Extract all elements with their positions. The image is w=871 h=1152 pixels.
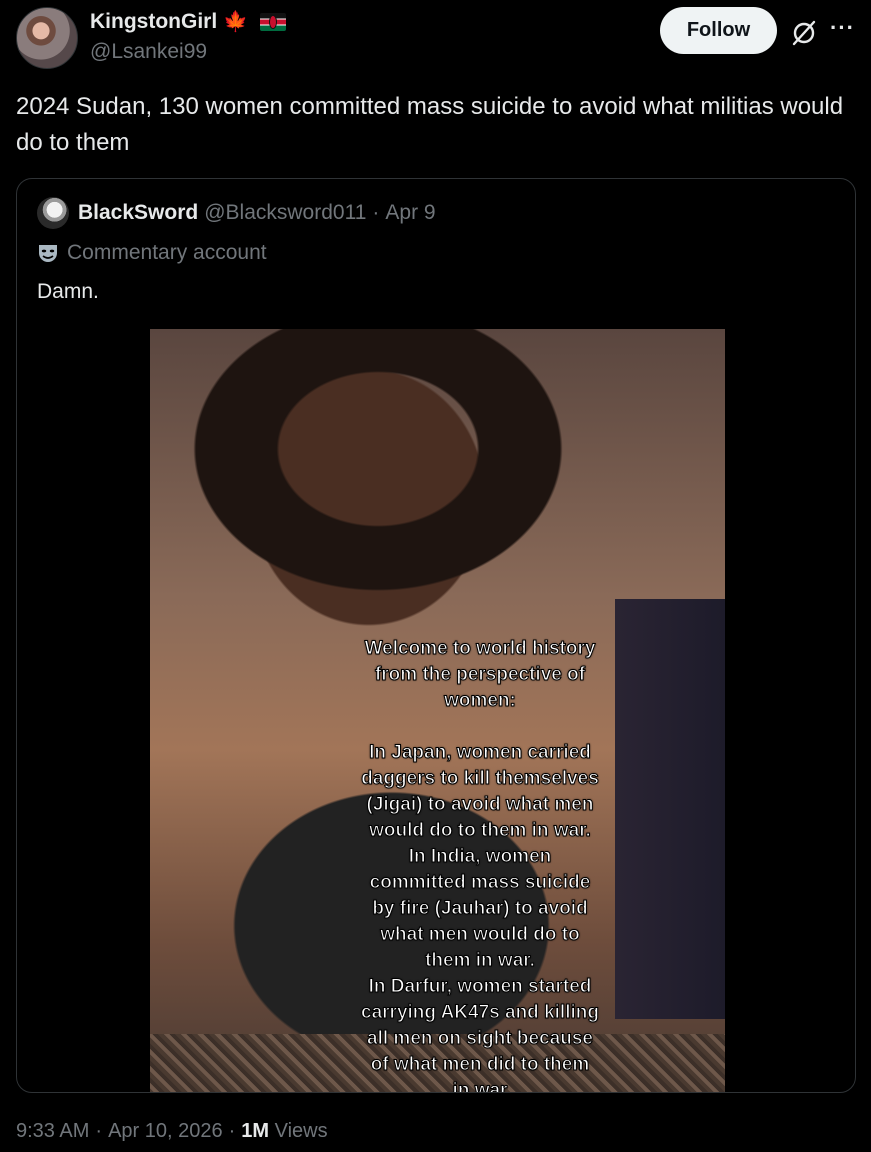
media-hair-shape xyxy=(150,329,625,629)
post-time[interactable]: 9:33 AM xyxy=(16,1120,89,1143)
quoted-author-name: BlackSword xyxy=(78,201,199,224)
author-handle[interactable]: @Lsankei99 xyxy=(90,40,207,64)
canada-flag-icon: 🍁 xyxy=(223,11,249,33)
media-background-wall xyxy=(615,599,725,1019)
meta-separator: · xyxy=(95,1120,103,1142)
tweet-text: 2024 Sudan, 130 women committed mass sui… xyxy=(16,93,844,156)
meta-separator: · xyxy=(228,1120,236,1142)
separator-dot: · xyxy=(372,201,380,224)
grok-icon[interactable] xyxy=(790,19,818,47)
quoted-header: BlackSword @Blacksword011 · Apr 9 xyxy=(78,201,436,225)
quoted-author-avatar xyxy=(37,197,69,229)
quoted-text: Damn. xyxy=(37,280,99,303)
author-avatar[interactable] xyxy=(16,7,78,69)
views-label: Views xyxy=(274,1120,328,1142)
theater-mask-icon xyxy=(39,245,57,262)
author-name[interactable]: KingstonGirl xyxy=(90,10,217,34)
quoted-tweet-card[interactable]: BlackSword @Blacksword011 · Apr 9 Commen… xyxy=(16,178,856,1093)
media-caption-overlay: Welcome to world history from the perspe… xyxy=(361,638,600,1093)
commentary-label-text: Commentary account xyxy=(67,241,267,264)
quoted-author-handle: @Blacksword011 xyxy=(204,201,367,224)
author-name-row[interactable]: KingstonGirl 🍁 xyxy=(90,10,287,34)
quoted-media-video[interactable]: Welcome to world history from the perspe… xyxy=(150,329,725,1093)
kenya-flag-icon xyxy=(260,13,287,31)
post-date[interactable]: Apr 10, 2026 xyxy=(108,1120,223,1143)
tweet-meta: 9:33 AM · Apr 10, 2026 · 1M Views xyxy=(16,1120,328,1143)
quoted-date: Apr 9 xyxy=(385,201,436,224)
commentary-label: Commentary account xyxy=(37,241,267,265)
follow-button[interactable]: Follow xyxy=(660,7,777,54)
views-count: 1M xyxy=(241,1120,270,1142)
more-options-icon[interactable]: ··· xyxy=(830,15,855,41)
tweet-header: KingstonGirl 🍁 @Lsankei99 Follow ··· xyxy=(16,7,856,69)
